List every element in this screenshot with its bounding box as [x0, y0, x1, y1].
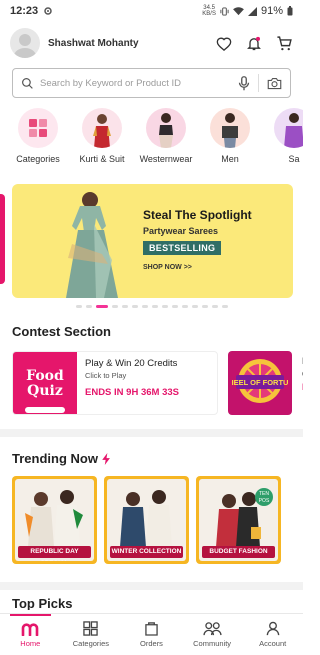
avatar[interactable] [10, 28, 40, 58]
category-label: Westernwear [139, 154, 193, 164]
nav-orders[interactable]: Orders [121, 614, 182, 655]
camera-icon[interactable] [267, 77, 282, 90]
contest-section-title: Contest Section [12, 324, 111, 339]
cart-icon[interactable] [275, 34, 293, 52]
carousel-dot [111, 305, 118, 308]
carousel-dot [161, 305, 168, 308]
banner-tag: BESTSELLING [143, 241, 222, 255]
trending-caption: BUDGET FASHION [202, 546, 275, 558]
app-screen: 12:23 34.5 KB/S 91% Shashwat Mohanty Sea… [0, 0, 303, 655]
banner-carousel[interactable]: Steal The Spotlight Partywear Sarees BES… [0, 184, 303, 298]
nav-account[interactable]: Account [242, 614, 303, 655]
category-item-westernwear[interactable]: Westernwear [138, 108, 194, 168]
trending-card-republic-day[interactable]: REPUBLIC DAY SPECIAL [12, 476, 97, 564]
people-icon [202, 622, 222, 636]
trending-row: REPUBLIC DAY SPECIAL WINTER COLLECTION T… [0, 466, 303, 564]
category-item-kurti[interactable]: Kurti & Suit [74, 108, 130, 168]
search-bar[interactable]: Search by Keyword or Product ID [12, 68, 291, 98]
notification-bell-icon[interactable] [245, 34, 263, 52]
category-item-categories[interactable]: Categories [10, 108, 66, 168]
contest-title: Play & Win 20 Credits [85, 358, 178, 369]
circle-status-icon [44, 7, 52, 15]
category-grid-icon [18, 108, 58, 148]
wifi-icon [233, 6, 244, 15]
nav-home[interactable]: Home [0, 614, 61, 655]
carousel-dot [221, 305, 228, 308]
category-label: Sa [288, 154, 300, 164]
category-label: Categories [16, 154, 60, 164]
vibrate-icon [220, 6, 229, 16]
section-divider [0, 582, 303, 590]
carousel-dot [85, 305, 92, 308]
mic-icon[interactable] [238, 75, 250, 91]
wheel-of-fortune-text: WHEEL OF FORTUNE [232, 378, 288, 387]
trending-header: Trending Now [0, 437, 303, 466]
shop-now-link[interactable]: SHOP NOW >> [143, 264, 192, 271]
kurti-image [82, 108, 122, 148]
next-section-title: Top Picks [12, 596, 73, 610]
saree-model-image [66, 192, 118, 298]
search-input[interactable]: Search by Keyword or Product ID [40, 78, 238, 89]
carousel-dot [131, 305, 138, 308]
bag-icon [145, 622, 158, 636]
banner-subtitle: Partywear Sarees [143, 226, 219, 236]
trending-card-budget[interactable]: TEN POS BUDGET FASHION [196, 476, 281, 564]
carousel-dot [75, 305, 82, 308]
meesho-logo-strip [25, 407, 65, 413]
men-image [210, 108, 250, 148]
carousel-dot [95, 305, 108, 308]
price-badge: TEN POS [255, 488, 273, 506]
sarees-image [274, 108, 303, 148]
wishlist-heart-icon[interactable] [215, 34, 233, 52]
category-item-sarees[interactable]: Sa [266, 108, 303, 168]
person-icon [266, 621, 279, 636]
carousel-dot [121, 305, 128, 308]
carousel-dot [191, 305, 198, 308]
previous-banner-peek [0, 194, 5, 284]
meesho-home-icon [21, 622, 39, 636]
westernwear-image [146, 108, 186, 148]
status-bar: 12:23 34.5 KB/S 91% [0, 0, 303, 22]
contest-timer: ENDS IN 9H 36M 33S [85, 387, 179, 398]
search-divider [258, 74, 259, 92]
food-quiz-card[interactable]: Food Quiz Play & Win 20 Credits Click to… [12, 351, 218, 415]
lightning-icon [102, 452, 110, 465]
category-item-men[interactable]: Men [202, 108, 258, 168]
grid-icon [83, 621, 99, 636]
category-label: Men [221, 154, 239, 164]
battery-percent: 91% [260, 5, 283, 17]
banner-title: Steal The Spotlight [143, 208, 252, 222]
status-time: 12:23 [10, 5, 39, 17]
trending-title: Trending Now [12, 451, 98, 466]
carousel-dot [141, 305, 148, 308]
food-quiz-thumbnail: Food Quiz [13, 352, 77, 414]
carousel-dot [211, 305, 218, 308]
next-contest-peek[interactable]: P C E [302, 351, 303, 415]
network-speed: 34.5 KB/S [202, 5, 216, 17]
bottom-navigation: Home Categories Orders Community Account [0, 613, 303, 655]
battery-icon [287, 6, 293, 16]
contest-subtitle: Click to Play [85, 371, 127, 380]
app-header: Shashwat Mohanty [0, 22, 303, 64]
trending-caption: WINTER COLLECTION [110, 546, 183, 558]
username[interactable]: Shashwat Mohanty [48, 38, 215, 49]
section-divider [0, 429, 303, 437]
contest-row: Food Quiz Play & Win 20 Credits Click to… [0, 339, 303, 415]
signal-icon [247, 6, 257, 16]
wheel-of-fortune-card[interactable]: WHEEL OF FORTUNE [228, 351, 292, 415]
saree-promo-banner[interactable]: Steal The Spotlight Partywear Sarees BES… [12, 184, 293, 298]
wheel-of-fortune-image: WHEEL OF FORTUNE [232, 359, 288, 403]
trending-card-winter[interactable]: WINTER COLLECTION [104, 476, 189, 564]
category-label: Kurti & Suit [79, 154, 125, 164]
nav-categories[interactable]: Categories [61, 614, 122, 655]
carousel-dot [181, 305, 188, 308]
category-row: Categories Kurti & Suit Westernwear Men … [0, 98, 303, 168]
search-icon [22, 77, 33, 89]
carousel-dot [151, 305, 158, 308]
trending-caption: REPUBLIC DAY SPECIAL [18, 546, 91, 561]
carousel-dot [171, 305, 178, 308]
carousel-dot [201, 305, 208, 308]
nav-community[interactable]: Community [182, 614, 243, 655]
